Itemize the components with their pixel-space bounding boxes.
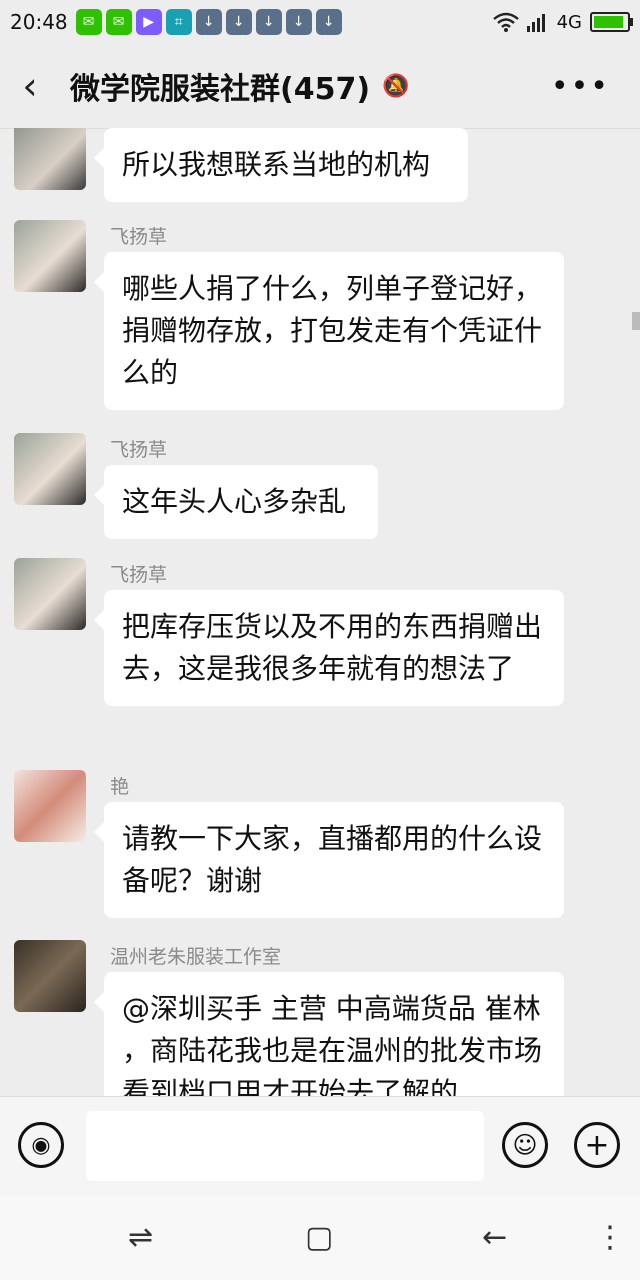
status-bar: 20:48 ✉ ✉ ▶ ⌗ ↓ ↓ ↓ ↓ ↓ 4G: [0, 0, 640, 44]
nav-back-button[interactable]: ←: [482, 1220, 507, 1255]
system-nav-bar: ⇌ ▢ ← ⋮: [0, 1196, 640, 1280]
download-icon: ↓: [285, 9, 312, 35]
video-icon: ▶: [135, 9, 162, 35]
back-button[interactable]: ‹: [0, 44, 60, 128]
more-options-button[interactable]: •••: [551, 69, 610, 104]
nav-menu-button[interactable]: ⋮: [595, 1220, 625, 1255]
avatar[interactable]: [14, 558, 86, 630]
avatar[interactable]: [14, 940, 86, 1012]
more-actions-button[interactable]: +: [574, 1122, 620, 1168]
notification-icons: ✉ ✉ ▶ ⌗ ↓ ↓ ↓ ↓ ↓: [75, 9, 342, 35]
avatar[interactable]: [14, 770, 86, 842]
message-bubble[interactable]: 这年头人心多杂乱: [94, 465, 378, 539]
avatar[interactable]: [14, 128, 86, 190]
message-list[interactable]: 所以我想联系当地的机构 飞扬草 哪些人捐了什么，列单子登记好，捐赠物存放，打包发…: [0, 128, 640, 1096]
sender-name: 艳: [110, 776, 130, 798]
chat-title: 微学院服装社群(457): [70, 72, 371, 107]
avatar[interactable]: [14, 220, 86, 292]
status-right: 4G: [492, 11, 633, 33]
scan-icon: ⌗: [165, 9, 192, 35]
emoji-button[interactable]: ☺: [502, 1122, 548, 1168]
message-bubble[interactable]: 请教一下大家，直播都用的什么设备呢？谢谢: [94, 802, 564, 918]
avatar[interactable]: [14, 433, 86, 505]
scrollbar-thumb[interactable]: [632, 312, 640, 330]
home-button[interactable]: ▢: [305, 1220, 333, 1255]
message-bubble[interactable]: 哪些人捐了什么，列单子登记好，捐赠物存放，打包发走有个凭证什么的: [94, 252, 564, 410]
mute-icon: 🔕: [382, 73, 410, 99]
message-input[interactable]: [86, 1111, 484, 1181]
sender-name: 温州老朱服装工作室: [110, 946, 282, 968]
download-icon: ↓: [315, 9, 342, 35]
sender-name: 飞扬草: [110, 564, 168, 586]
download-icon: ↓: [225, 9, 252, 35]
voice-button[interactable]: ◉: [18, 1122, 64, 1168]
wechat-icon: ✉: [105, 9, 132, 35]
download-icon: ↓: [255, 9, 282, 35]
input-bar: ◉ ☺ +: [0, 1096, 640, 1197]
network-type: 4G: [556, 11, 582, 33]
wechat-icon: ✉: [75, 9, 102, 35]
sender-name: 飞扬草: [110, 439, 168, 461]
signal-icon: [526, 14, 545, 32]
download-icon: ↓: [195, 9, 222, 35]
wifi-icon: [492, 12, 519, 32]
switch-apps-button[interactable]: ⇌: [128, 1220, 153, 1255]
message-bubble[interactable]: 所以我想联系当地的机构: [94, 128, 468, 202]
battery-icon: [590, 12, 633, 32]
status-time: 20:48: [10, 10, 68, 34]
message-bubble[interactable]: 把库存压货以及不用的东西捐赠出去，这是我很多年就有的想法了: [94, 590, 564, 706]
chat-header: ‹ 微学院服装社群(457) 🔕 •••: [0, 44, 640, 129]
sender-name: 飞扬草: [110, 226, 168, 248]
message-bubble[interactable]: @深圳买手 主营 中高端货品 崔林 ，商陆花我也是在温州的批发市场看到档口用才开…: [94, 972, 564, 1096]
